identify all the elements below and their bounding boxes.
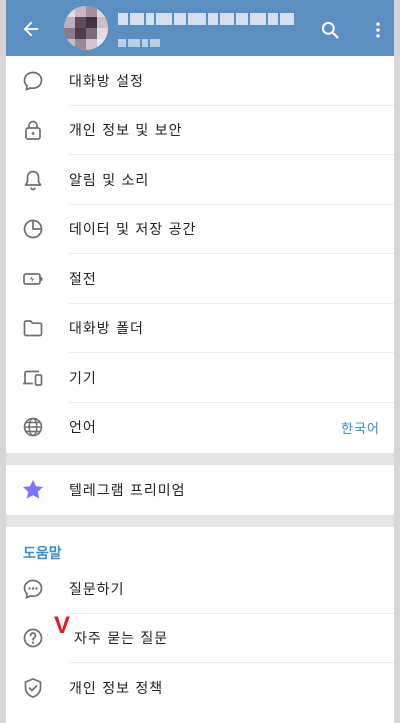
avatar[interactable]	[64, 6, 108, 50]
top-app-bar	[6, 0, 394, 60]
settings-item-language[interactable]: 언어 한국어	[6, 403, 394, 453]
chat-bubble-icon	[20, 68, 46, 94]
premium-section: 텔레그램 프리미엄	[6, 465, 394, 515]
lock-icon	[20, 117, 46, 143]
settings-item-power-saving[interactable]: 절전	[6, 254, 394, 304]
chat-dots-icon	[20, 576, 46, 602]
settings-item-label: 절전	[69, 271, 97, 288]
settings-item-notifications[interactable]: 알림 및 소리	[6, 155, 394, 205]
help-item-privacy-policy[interactable]: 개인 정보 정책	[6, 663, 394, 713]
language-value: 한국어	[341, 421, 380, 437]
more-options-button[interactable]	[366, 18, 390, 42]
search-button[interactable]	[318, 18, 342, 42]
folder-icon	[20, 315, 46, 341]
globe-icon	[20, 414, 46, 440]
settings-item-chat[interactable]: 대화방 설정	[6, 56, 394, 106]
bell-icon	[20, 167, 46, 193]
settings-item-label: 알림 및 소리	[69, 172, 150, 189]
premium-label: 텔레그램 프리미엄	[69, 483, 186, 499]
help-item-label: 질문하기	[69, 581, 125, 598]
search-icon	[321, 21, 339, 39]
settings-item-label: 대화방 폴더	[69, 321, 144, 338]
settings-item-devices[interactable]: 기기	[6, 353, 394, 403]
arrow-left-icon	[23, 21, 39, 37]
settings-list: 대화방 설정 개인 정보 및 보안 알림 및 소리 데이터 및 저장 공간 절전	[6, 56, 394, 453]
devices-icon	[20, 365, 46, 391]
pie-clock-icon	[20, 216, 46, 242]
settings-item-label: 대화방 설정	[69, 73, 144, 90]
profile-name-redacted	[118, 10, 308, 25]
more-vertical-icon	[376, 22, 380, 38]
settings-item-privacy[interactable]: 개인 정보 및 보안	[6, 106, 394, 155]
section-title-help: 도움말	[23, 546, 62, 562]
settings-item-label: 데이터 및 저장 공간	[69, 222, 197, 239]
settings-item-chat-folders[interactable]: 대화방 폴더	[6, 304, 394, 353]
settings-item-data-storage[interactable]: 데이터 및 저장 공간	[6, 205, 394, 254]
help-item-label: 개인 정보 정책	[69, 680, 164, 697]
question-circle-icon	[20, 625, 46, 651]
help-item-label: 자주 묻는 질문	[74, 631, 169, 648]
shield-check-icon	[20, 675, 46, 701]
settings-item-label: 언어	[69, 420, 97, 437]
help-section: 도움말 질문하기 V 자주 묻는 질문 개인 정보 정책	[6, 527, 394, 723]
star-icon	[20, 477, 46, 503]
settings-item-label: 개인 정보 및 보안	[69, 123, 183, 140]
premium-item[interactable]: 텔레그램 프리미엄	[6, 465, 394, 515]
battery-icon	[20, 266, 46, 292]
help-item-faq[interactable]: V 자주 묻는 질문	[6, 611, 394, 663]
help-item-ask-question[interactable]: 질문하기	[6, 564, 394, 614]
back-button[interactable]	[18, 16, 44, 42]
annotation-v-mark: V	[54, 611, 71, 639]
settings-item-label: 기기	[69, 370, 97, 387]
profile-status-redacted	[118, 32, 178, 47]
